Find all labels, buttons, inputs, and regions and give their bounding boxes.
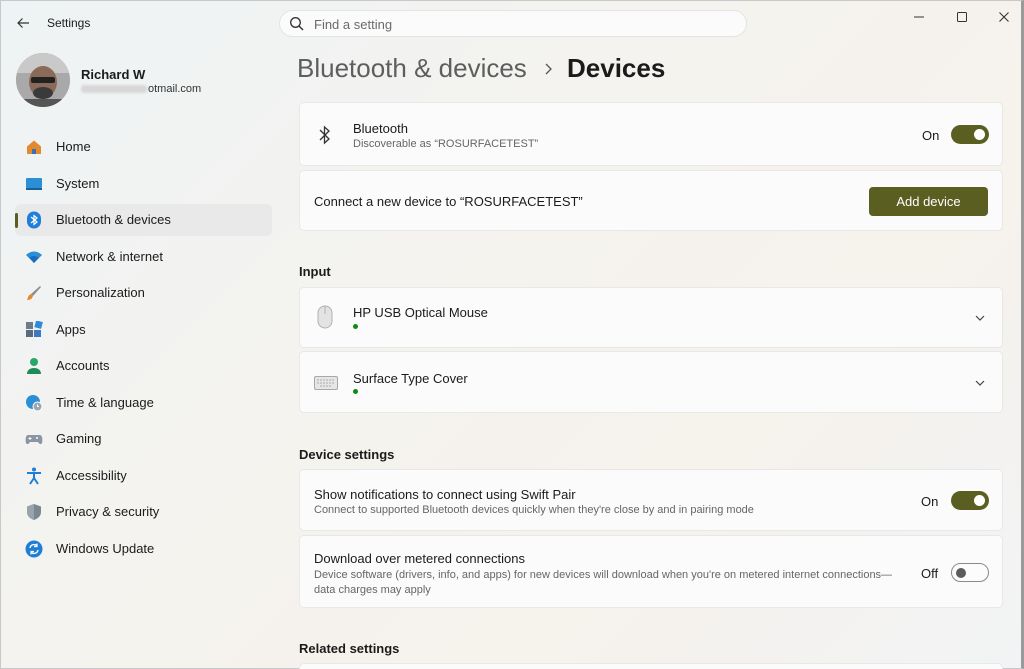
sidebar-item-privacy-security[interactable]: Privacy & security (15, 496, 272, 528)
mouse-icon (317, 305, 333, 329)
user-email: otmail.com (81, 83, 201, 95)
metered-subtitle-line2: data charges may apply (314, 584, 431, 596)
metered-toggle[interactable] (951, 563, 989, 582)
apps-icon (26, 320, 43, 337)
connect-device-card: Connect a new device to “ROSURFACETEST” … (299, 170, 1003, 231)
bluetooth-subtitle: Discoverable as “ROSURFACETEST” (353, 138, 539, 150)
minimize-icon (914, 16, 924, 18)
device-name: HP USB Optical Mouse (353, 305, 488, 320)
metered-download-card: Download over metered connections Device… (299, 535, 1003, 608)
bluetooth-toggle[interactable] (951, 125, 989, 144)
swift-pair-subtitle: Connect to supported Bluetooth devices q… (314, 504, 754, 516)
keyboard-icon (314, 376, 338, 390)
metered-state-label: Off (921, 566, 939, 581)
maximize-button[interactable] (942, 5, 982, 29)
metered-subtitle-line1: Device software (drivers, info, and apps… (314, 569, 893, 581)
connect-device-text: Connect a new device to “ROSURFACETEST” (314, 194, 583, 209)
settings-window: Settings Richard W otmail.com (0, 0, 1024, 669)
connected-status-dot (353, 324, 358, 329)
minimize-button[interactable] (899, 5, 939, 29)
sidebar-item-bluetooth-devices[interactable]: Bluetooth & devices (15, 204, 272, 236)
user-name: Richard W (81, 67, 146, 82)
breadcrumb-parent[interactable]: Bluetooth & devices (297, 53, 527, 84)
gamepad-icon (25, 435, 43, 445)
sidebar-item-network[interactable]: Network & internet (15, 241, 272, 273)
sidebar-item-personalization[interactable]: Personalization (15, 277, 272, 309)
chevron-down-icon[interactable] (974, 312, 986, 324)
search-input[interactable] (314, 15, 714, 33)
sidebar-item-home[interactable]: Home (15, 131, 272, 163)
connected-status-dot (353, 389, 358, 394)
sidebar-item-label: Bluetooth & devices (56, 212, 171, 227)
sidebar-item-label: Accounts (56, 358, 110, 373)
sidebar-item-label: Privacy & security (56, 504, 160, 519)
sidebar-item-accounts[interactable]: Accounts (15, 350, 272, 382)
device-row-type-cover[interactable]: Surface Type Cover (299, 351, 1003, 413)
device-settings-title: Device settings (299, 447, 395, 462)
sidebar-item-time-language[interactable]: Time & language (15, 387, 272, 419)
metered-title: Download over metered connections (314, 551, 526, 566)
back-arrow-icon (17, 18, 29, 28)
bluetooth-title: Bluetooth (353, 121, 408, 136)
close-button[interactable] (984, 5, 1024, 29)
app-title: Settings (47, 16, 91, 30)
person-icon (27, 358, 41, 374)
user-email-domain: otmail.com (148, 83, 202, 95)
sidebar-item-label: Gaming (56, 431, 102, 446)
sidebar-item-label: System (56, 175, 100, 191)
related-settings-title: Related settings (299, 641, 400, 656)
wifi-icon (26, 251, 42, 263)
search-box[interactable] (279, 10, 747, 37)
sidebar-item-gaming[interactable]: Gaming (15, 423, 272, 455)
sidebar-item-label: Home (56, 139, 91, 154)
related-settings-card (299, 663, 1003, 669)
search-icon (290, 17, 304, 31)
sidebar-item-label: Time & language (56, 394, 154, 410)
bluetooth-card: Bluetooth Discoverable as “ROSURFACETEST… (299, 102, 1003, 166)
accessibility-icon (27, 467, 41, 485)
sidebar-item-label: Network & internet (56, 248, 163, 264)
sidebar-item-label: Accessibility (56, 467, 127, 483)
swift-pair-card: Show notifications to connect using Swif… (299, 469, 1003, 531)
brush-icon (27, 286, 41, 300)
sidebar-item-system[interactable]: System (15, 168, 272, 200)
chevron-down-icon[interactable] (974, 377, 986, 389)
input-section-title: Input (299, 264, 331, 279)
home-icon (27, 140, 41, 154)
add-device-button[interactable]: Add device (869, 187, 988, 216)
sidebar-item-label: Personalization (56, 285, 145, 300)
swift-pair-toggle[interactable] (951, 491, 989, 510)
update-icon (25, 540, 43, 557)
swift-pair-title: Show notifications to connect using Swif… (314, 487, 576, 502)
close-icon (999, 12, 1009, 22)
sidebar-item-windows-update[interactable]: Windows Update (15, 533, 272, 565)
back-button[interactable] (13, 13, 33, 33)
sidebar-item-label: Apps (56, 321, 86, 337)
bluetooth-state-label: On (922, 128, 940, 143)
title-bar: Settings (1, 1, 1022, 45)
bluetooth-symbol-icon (319, 125, 330, 145)
bluetooth-icon (27, 211, 41, 229)
sidebar-item-accessibility[interactable]: Accessibility (15, 460, 272, 492)
device-row-mouse[interactable]: HP USB Optical Mouse (299, 287, 1003, 348)
device-name: Surface Type Cover (353, 371, 468, 386)
system-icon (26, 177, 42, 190)
globe-clock-icon (26, 394, 43, 411)
sidebar-item-label: Windows Update (56, 540, 155, 556)
avatar[interactable] (16, 53, 70, 107)
maximize-icon (957, 12, 967, 22)
shield-icon (27, 504, 41, 520)
page-title: Devices (567, 53, 666, 83)
chevron-right-icon (545, 63, 552, 75)
sidebar-item-apps[interactable]: Apps (15, 314, 272, 346)
redacted-email-part (81, 85, 147, 94)
sidebar-nav: Home System Bluetooth & devices Network … (15, 131, 272, 569)
user-photo-icon (16, 53, 70, 107)
swift-pair-state-label: On (921, 494, 939, 509)
